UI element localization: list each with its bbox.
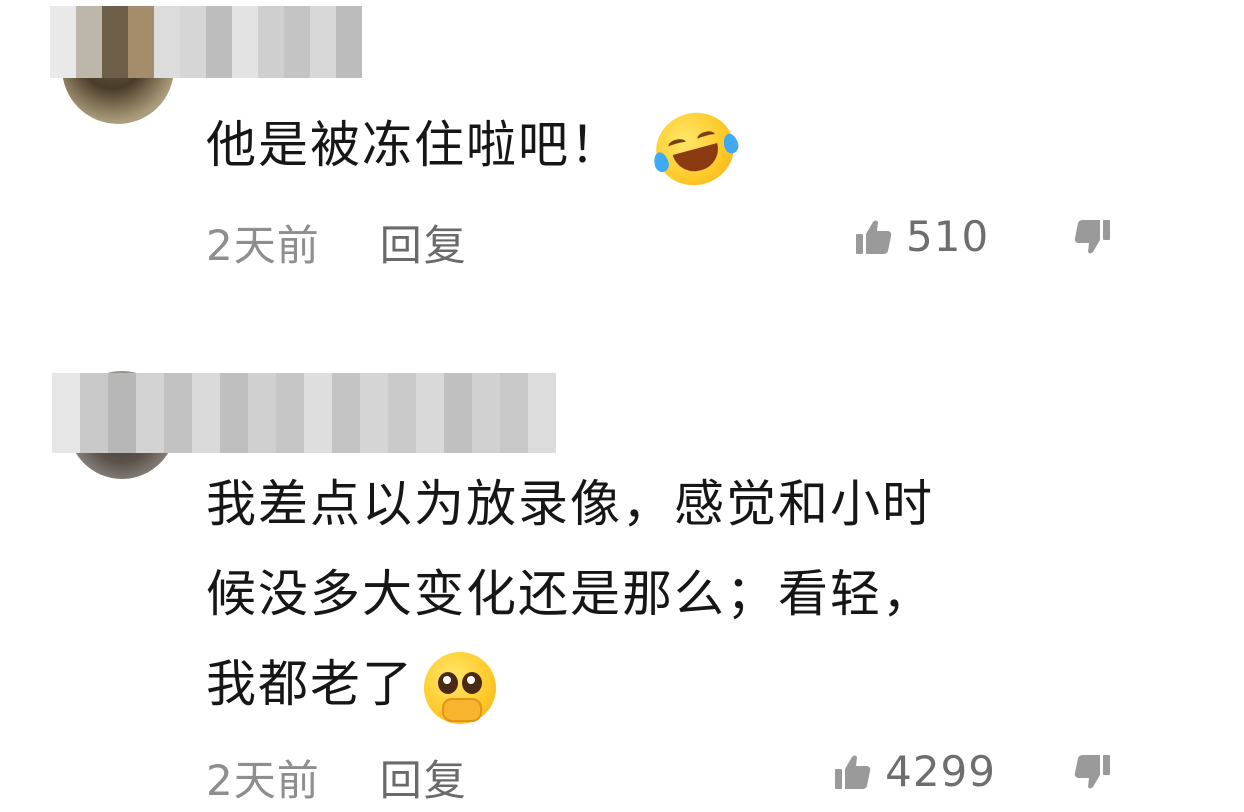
face-with-tears-of-joy-icon <box>648 103 742 194</box>
pleading-face-icon <box>424 651 496 724</box>
comment-text: 我差点以为放录像，感觉和小时 候没多大变化还是那么；看轻， 我都老了 <box>206 459 1106 729</box>
comment-meta: 2天前 回复 <box>206 747 468 808</box>
username-blurred[interactable] <box>52 373 556 453</box>
comment-item: 我差点以为放录像，感觉和小时 候没多大变化还是那么；看轻， 我都老了 2天前 回… <box>0 345 1244 812</box>
thumbs-up-icon[interactable] <box>833 752 873 792</box>
comment-meta: 2天前 回复 <box>206 212 468 273</box>
comment-time: 2天前 <box>206 221 320 270</box>
like-count: 4299 <box>885 747 996 796</box>
comment-actions: 4299 <box>833 747 1112 796</box>
reply-button[interactable]: 回复 <box>380 212 468 273</box>
comment-text: 他是被冻住啦吧！ <box>206 100 1206 194</box>
comment-item: 他是被冻住啦吧！ 2天前 回复 510 <box>0 0 1244 300</box>
thumbs-down-icon[interactable] <box>1072 217 1112 257</box>
comment-time: 2天前 <box>206 756 320 805</box>
reply-button[interactable]: 回复 <box>380 747 468 808</box>
comment-actions: 510 <box>854 212 1112 261</box>
username-blurred[interactable] <box>50 6 362 78</box>
like-count: 510 <box>906 212 990 261</box>
thumbs-down-icon[interactable] <box>1072 752 1112 792</box>
thumbs-up-icon[interactable] <box>854 217 894 257</box>
